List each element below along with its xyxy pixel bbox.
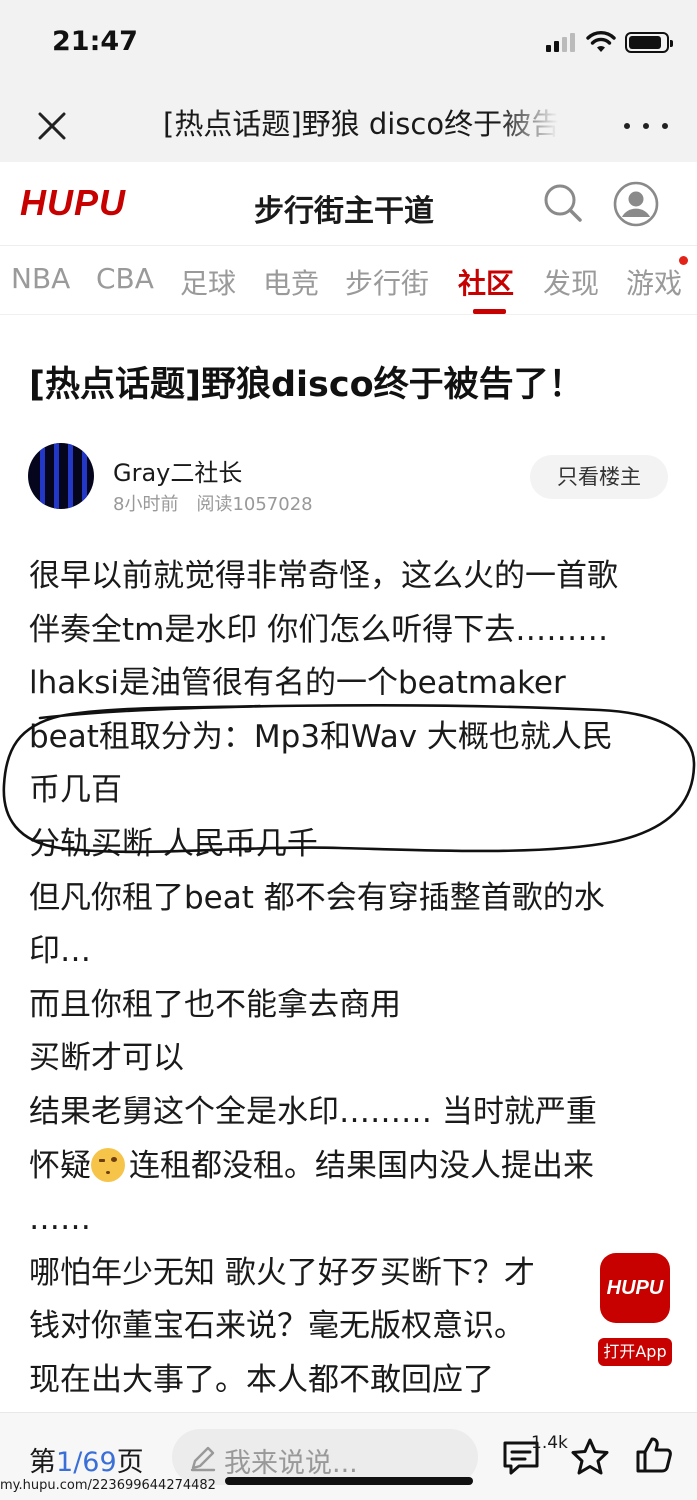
more-dots-icon [624, 123, 630, 129]
search-icon[interactable] [542, 182, 584, 224]
body-line-end: 连租都没租。结果国内没人提出来 [129, 1147, 594, 1184]
section-title: 步行街主干道 [254, 194, 434, 229]
star-icon[interactable] [570, 1437, 610, 1477]
url-watermark: my.hupu.com/223699644274482 [0, 1478, 216, 1493]
body-line: lhaksi是油管很有名的一个beatmaker [29, 665, 566, 702]
post-title: [热点话题]野狼disco终于被告了！ [29, 365, 584, 405]
tab-discover[interactable]: 发现 [543, 262, 599, 302]
close-button[interactable] [30, 104, 74, 148]
avatar[interactable] [28, 443, 94, 509]
body-line: 买断才可以 [29, 1040, 184, 1077]
post-time: 8小时前 [113, 494, 179, 515]
browser-bar: [热点话题]野狼 disco终于被告了！ [0, 90, 697, 162]
read-count: 阅读1057028 [196, 494, 313, 515]
body-line: 而且你租了也不能拿去商用 [29, 986, 401, 1023]
channel-nav: NBA CBA 足球 电竞 步行街 社区 发现 游戏 [0, 247, 697, 315]
status-bar: 21:47 [0, 0, 697, 90]
tab-pedestrian-street[interactable]: 步行街 [345, 262, 429, 302]
wifi-icon [586, 31, 616, 52]
page-indicator[interactable]: 第1/69页 [29, 1440, 144, 1479]
body-line: 伴奏全tm是水印 你们怎么听得下去……… [29, 611, 609, 648]
post-body: 很早以前就觉得非常奇怪，这么火的一首歌 伴奏全tm是水印 你们怎么听得下去………… [29, 550, 674, 1408]
hupu-logo[interactable]: HUPU [20, 182, 126, 224]
body-line: …… [29, 1201, 91, 1238]
body-line-start: 怀疑 [29, 1147, 91, 1184]
reply-count: 1.4k [531, 1433, 568, 1453]
body-line: 结果老舅这个全是水印……… 当时就严重 [29, 1093, 597, 1130]
site-header: HUPU 步行街主干道 [0, 162, 697, 246]
status-time: 21:47 [52, 26, 138, 57]
author-meta: 8小时前 阅读1057028 [113, 490, 331, 516]
tab-football[interactable]: 足球 [180, 262, 236, 302]
thumbs-up-icon[interactable] [634, 1435, 674, 1475]
close-icon [38, 112, 66, 140]
open-app-button[interactable]: 打开App [598, 1338, 672, 1366]
current-page: 1 [56, 1447, 74, 1478]
raised-eyebrow-emoji-icon [91, 1147, 125, 1182]
total-pages: /69 [73, 1447, 117, 1478]
body-line: 印… [29, 933, 91, 970]
body-line: 但凡你租了beat 都不会有穿插整首歌的水 [29, 879, 605, 916]
author-name[interactable]: Gray二社长 [113, 453, 242, 488]
body-line: beat租取分为：Mp3和Wav 大概也就人民 [29, 718, 613, 755]
browser-page-title: [热点话题]野狼 disco终于被告了！ [163, 107, 558, 141]
tab-community[interactable]: 社区 [458, 262, 514, 302]
body-line: 哪怕年少无知 歌火了好歹买断下？才 [29, 1254, 535, 1291]
tab-nba[interactable]: NBA [11, 262, 70, 295]
notification-dot [679, 256, 688, 265]
tab-games[interactable]: 游戏 [626, 262, 682, 302]
body-line: 怀疑 连租都没租。结果国内没人提出来 [29, 1140, 674, 1194]
op-only-button[interactable]: 只看楼主 [530, 455, 668, 499]
pencil-icon [190, 1446, 216, 1472]
tab-esports[interactable]: 电竞 [263, 262, 319, 302]
more-options-button[interactable] [624, 106, 668, 146]
hupu-app-icon[interactable]: HUPU [600, 1253, 670, 1323]
body-line: 现在出大事了。本人都不敢回应了 [29, 1361, 494, 1398]
user-profile-icon[interactable] [613, 181, 659, 227]
body-line: 分轨买断 人民币几千 [29, 825, 318, 862]
battery-icon [625, 32, 673, 53]
body-line: 币几百 [29, 772, 122, 809]
home-indicator[interactable] [225, 1477, 473, 1485]
cellular-signal-icon [546, 32, 576, 52]
body-line: 很早以前就觉得非常奇怪，这么火的一首歌 [29, 558, 618, 594]
body-line: 钱对你董宝石来说？毫无版权意识。 [29, 1308, 525, 1345]
comment-placeholder: 我来说说... [224, 1448, 358, 1479]
tab-cba[interactable]: CBA [96, 262, 154, 295]
active-tab-indicator [473, 309, 506, 314]
